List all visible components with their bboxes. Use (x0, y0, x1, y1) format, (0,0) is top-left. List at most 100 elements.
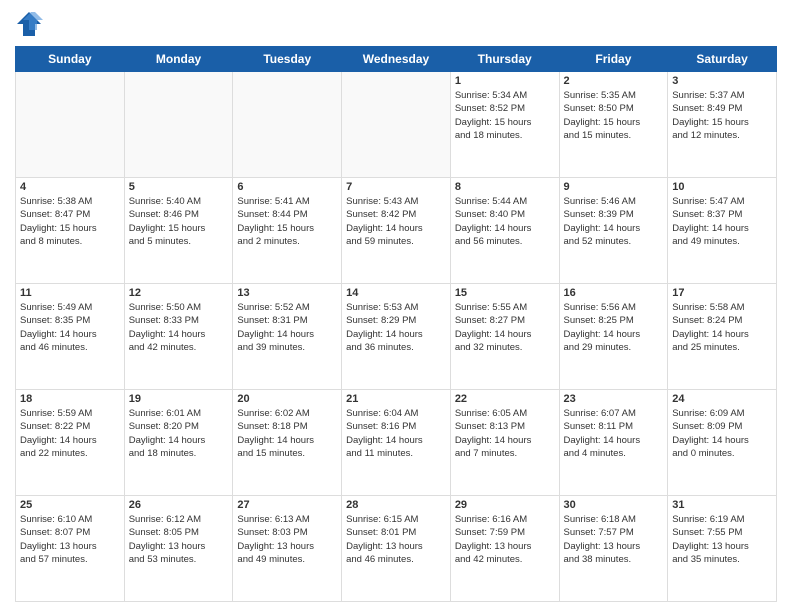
calendar-cell: 24Sunrise: 6:09 AM Sunset: 8:09 PM Dayli… (668, 390, 777, 496)
calendar-cell: 21 Sunrise: 6:04 AM Sunset: 8:16 PM Dayli… (342, 390, 451, 496)
day-info: Sunrise: 6:10 AM Sunset: 8:07 PM Dayligh… (20, 513, 120, 566)
day-info: Sunrise: 5:41 AM Sunset: 8:44 PM Dayligh… (237, 195, 337, 248)
day-info: Sunrise: 6:13 AM Sunset: 8:03 PM Dayligh… (237, 513, 337, 566)
day-number: 20 (237, 393, 337, 405)
header (15, 10, 777, 38)
calendar-table: SundayMondayTuesdayWednesdayThursdayFrid… (15, 46, 777, 602)
calendar-cell: 6 Sunrise: 5:41 AM Sunset: 8:44 PM Daylig… (233, 178, 342, 284)
day-info: Sunrise: 6:05 AM Sunset: 8:13 PM Dayligh… (455, 407, 555, 460)
calendar-week-1: 4 Sunrise: 5:38 AM Sunset: 8:47 PM Daylig… (16, 178, 777, 284)
day-info: Sunrise: 6:19 AM Sunset: 7:55 PM Dayligh… (672, 513, 772, 566)
weekday-header-saturday: Saturday (668, 47, 777, 72)
calendar-cell: 25 Sunrise: 6:10 AM Sunset: 8:07 PM Dayli… (16, 496, 125, 602)
day-info: Sunrise: 5:56 AM Sunset: 8:25 PM Dayligh… (564, 301, 664, 354)
weekday-header-tuesday: Tuesday (233, 47, 342, 72)
calendar-cell: 19 Sunrise: 6:01 AM Sunset: 8:20 PM Dayli… (124, 390, 233, 496)
weekday-row: SundayMondayTuesdayWednesdayThursdayFrid… (16, 47, 777, 72)
day-number: 29 (455, 499, 555, 511)
calendar-cell: 16 Sunrise: 5:56 AM Sunset: 8:25 PM Dayli… (559, 284, 668, 390)
calendar-cell: 29 Sunrise: 6:16 AM Sunset: 7:59 PM Dayli… (450, 496, 559, 602)
calendar-cell: 13 Sunrise: 5:52 AM Sunset: 8:31 PM Dayli… (233, 284, 342, 390)
calendar-cell: 12 Sunrise: 5:50 AM Sunset: 8:33 PM Dayli… (124, 284, 233, 390)
calendar-cell: 4 Sunrise: 5:38 AM Sunset: 8:47 PM Daylig… (16, 178, 125, 284)
calendar-cell: 22 Sunrise: 6:05 AM Sunset: 8:13 PM Dayli… (450, 390, 559, 496)
day-info: Sunrise: 5:50 AM Sunset: 8:33 PM Dayligh… (129, 301, 229, 354)
day-info: Sunrise: 5:34 AM Sunset: 8:52 PM Dayligh… (455, 89, 555, 142)
day-number: 14 (346, 287, 446, 299)
calendar-cell: 18Sunrise: 5:59 AM Sunset: 8:22 PM Dayli… (16, 390, 125, 496)
calendar-week-4: 25 Sunrise: 6:10 AM Sunset: 8:07 PM Dayli… (16, 496, 777, 602)
day-info: Sunrise: 5:37 AM Sunset: 8:49 PM Dayligh… (672, 89, 772, 142)
day-number: 4 (20, 181, 120, 193)
calendar-cell: 11 Sunrise: 5:49 AM Sunset: 8:35 PM Dayli… (16, 284, 125, 390)
logo-icon (15, 10, 43, 38)
calendar-cell: 30 Sunrise: 6:18 AM Sunset: 7:57 PM Dayli… (559, 496, 668, 602)
day-info: Sunrise: 5:58 AM Sunset: 8:24 PM Dayligh… (672, 301, 772, 354)
calendar-cell (342, 72, 451, 178)
calendar-cell: 15Sunrise: 5:55 AM Sunset: 8:27 PM Dayli… (450, 284, 559, 390)
day-number: 25 (20, 499, 120, 511)
calendar-cell: 10 Sunrise: 5:47 AM Sunset: 8:37 PM Dayli… (668, 178, 777, 284)
weekday-header-wednesday: Wednesday (342, 47, 451, 72)
calendar-cell: 8 Sunrise: 5:44 AM Sunset: 8:40 PM Daylig… (450, 178, 559, 284)
calendar-cell: 31 Sunrise: 6:19 AM Sunset: 7:55 PM Dayli… (668, 496, 777, 602)
calendar-cell: 20 Sunrise: 6:02 AM Sunset: 8:18 PM Dayli… (233, 390, 342, 496)
day-number: 22 (455, 393, 555, 405)
day-number: 8 (455, 181, 555, 193)
day-info: Sunrise: 6:01 AM Sunset: 8:20 PM Dayligh… (129, 407, 229, 460)
calendar-week-3: 18Sunrise: 5:59 AM Sunset: 8:22 PM Dayli… (16, 390, 777, 496)
calendar-cell (233, 72, 342, 178)
calendar-cell: 5 Sunrise: 5:40 AM Sunset: 8:46 PM Daylig… (124, 178, 233, 284)
weekday-header-monday: Monday (124, 47, 233, 72)
day-number: 30 (564, 499, 664, 511)
day-number: 28 (346, 499, 446, 511)
day-number: 2 (564, 75, 664, 87)
day-info: Sunrise: 5:40 AM Sunset: 8:46 PM Dayligh… (129, 195, 229, 248)
day-number: 12 (129, 287, 229, 299)
day-number: 10 (672, 181, 772, 193)
day-info: Sunrise: 5:59 AM Sunset: 8:22 PM Dayligh… (20, 407, 120, 460)
day-number: 5 (129, 181, 229, 193)
calendar-cell: 9 Sunrise: 5:46 AM Sunset: 8:39 PM Daylig… (559, 178, 668, 284)
day-number: 13 (237, 287, 337, 299)
day-number: 11 (20, 287, 120, 299)
calendar-cell: 26Sunrise: 6:12 AM Sunset: 8:05 PM Dayli… (124, 496, 233, 602)
day-info: Sunrise: 5:52 AM Sunset: 8:31 PM Dayligh… (237, 301, 337, 354)
day-number: 27 (237, 499, 337, 511)
calendar-cell: 3 Sunrise: 5:37 AM Sunset: 8:49 PM Daylig… (668, 72, 777, 178)
day-number: 23 (564, 393, 664, 405)
day-number: 7 (346, 181, 446, 193)
calendar-week-2: 11 Sunrise: 5:49 AM Sunset: 8:35 PM Dayli… (16, 284, 777, 390)
calendar-cell: 23Sunrise: 6:07 AM Sunset: 8:11 PM Dayli… (559, 390, 668, 496)
calendar-cell: 2 Sunrise: 5:35 AM Sunset: 8:50 PM Daylig… (559, 72, 668, 178)
day-info: Sunrise: 5:53 AM Sunset: 8:29 PM Dayligh… (346, 301, 446, 354)
day-info: Sunrise: 6:04 AM Sunset: 8:16 PM Dayligh… (346, 407, 446, 460)
page: SundayMondayTuesdayWednesdayThursdayFrid… (0, 0, 792, 612)
day-number: 16 (564, 287, 664, 299)
calendar-header: SundayMondayTuesdayWednesdayThursdayFrid… (16, 47, 777, 72)
day-number: 21 (346, 393, 446, 405)
day-info: Sunrise: 6:15 AM Sunset: 8:01 PM Dayligh… (346, 513, 446, 566)
day-info: Sunrise: 6:18 AM Sunset: 7:57 PM Dayligh… (564, 513, 664, 566)
day-info: Sunrise: 5:46 AM Sunset: 8:39 PM Dayligh… (564, 195, 664, 248)
weekday-header-friday: Friday (559, 47, 668, 72)
day-number: 31 (672, 499, 772, 511)
day-number: 6 (237, 181, 337, 193)
day-number: 26 (129, 499, 229, 511)
day-info: Sunrise: 5:38 AM Sunset: 8:47 PM Dayligh… (20, 195, 120, 248)
day-info: Sunrise: 6:16 AM Sunset: 7:59 PM Dayligh… (455, 513, 555, 566)
day-info: Sunrise: 5:35 AM Sunset: 8:50 PM Dayligh… (564, 89, 664, 142)
day-info: Sunrise: 5:49 AM Sunset: 8:35 PM Dayligh… (20, 301, 120, 354)
logo (15, 10, 47, 38)
day-number: 9 (564, 181, 664, 193)
calendar-cell: 7Sunrise: 5:43 AM Sunset: 8:42 PM Daylig… (342, 178, 451, 284)
calendar-cell (124, 72, 233, 178)
day-info: Sunrise: 5:44 AM Sunset: 8:40 PM Dayligh… (455, 195, 555, 248)
calendar-cell (16, 72, 125, 178)
day-number: 3 (672, 75, 772, 87)
day-info: Sunrise: 5:47 AM Sunset: 8:37 PM Dayligh… (672, 195, 772, 248)
day-info: Sunrise: 6:02 AM Sunset: 8:18 PM Dayligh… (237, 407, 337, 460)
day-number: 19 (129, 393, 229, 405)
day-info: Sunrise: 5:55 AM Sunset: 8:27 PM Dayligh… (455, 301, 555, 354)
day-number: 24 (672, 393, 772, 405)
